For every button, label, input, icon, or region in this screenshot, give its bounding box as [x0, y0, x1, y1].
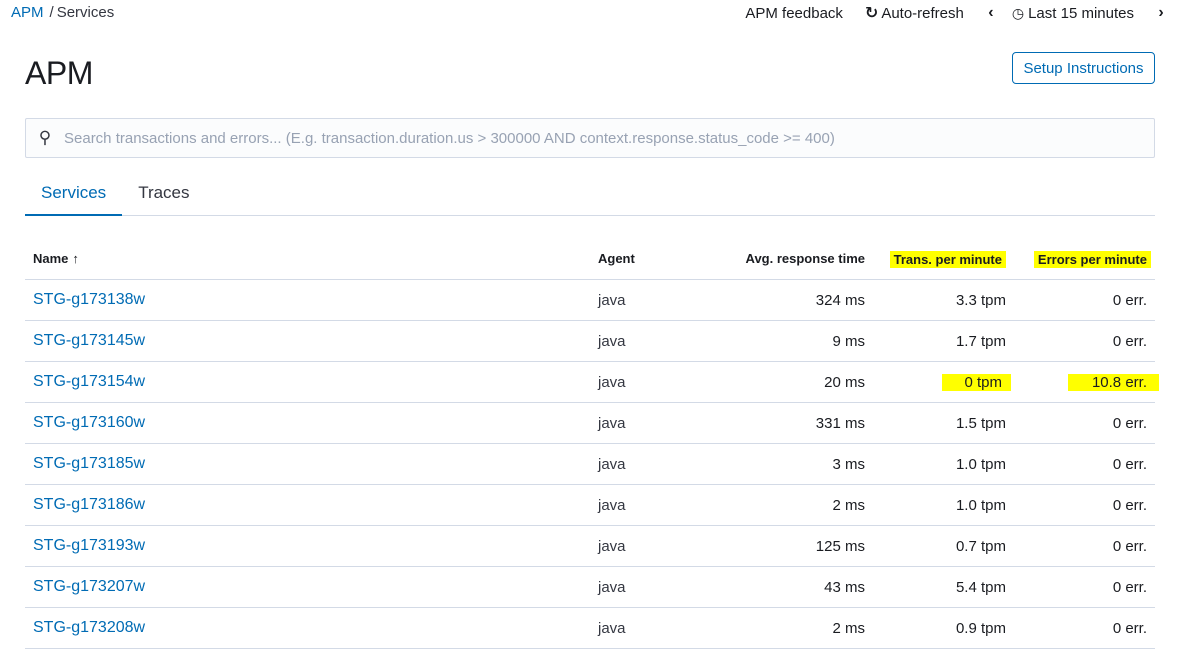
auto-refresh-button[interactable]: ↻ Auto-refresh: [865, 3, 964, 23]
service-name-link[interactable]: STG-g173193w: [33, 537, 145, 555]
service-name-link[interactable]: STG-g173186w: [33, 496, 145, 514]
tpm-cell: 1.7 tpm: [955, 333, 1006, 350]
table-row: STG-g173186w java 2 ms 1.0 tpm 0 err.: [25, 485, 1155, 526]
auto-refresh-label: Auto-refresh: [881, 4, 964, 22]
tpm-cell: 3.3 tpm: [955, 292, 1006, 309]
table-row: STG-g173207w java 43 ms 5.4 tpm 0 err.: [25, 567, 1155, 608]
setup-instructions-button[interactable]: Setup Instructions: [1012, 52, 1155, 84]
avg-response-cell: 43 ms: [824, 579, 865, 596]
breadcrumb: APM / Services: [11, 4, 114, 21]
table-row: STG-g173185w java 3 ms 1.0 tpm 0 err.: [25, 444, 1155, 485]
column-header-tpm[interactable]: Trans. per minute: [889, 251, 1006, 268]
agent-cell: java: [598, 292, 626, 309]
next-time-button[interactable]: ›: [1152, 4, 1170, 22]
tpm-cell: 5.4 tpm: [955, 579, 1006, 596]
epm-cell: 0 err.: [1112, 579, 1147, 596]
page-title: APM: [25, 55, 93, 91]
epm-cell: 0 err.: [1112, 538, 1147, 555]
tabs: Services Traces: [25, 174, 1155, 216]
avg-response-cell: 2 ms: [832, 620, 865, 637]
service-name-link[interactable]: STG-g173207w: [33, 578, 145, 596]
epm-cell: 0 err.: [1112, 415, 1147, 432]
breadcrumb-separator: /: [49, 4, 54, 21]
top-bar: APM / Services APM feedback ↻ Auto-refresh…: [0, 0, 1184, 26]
agent-cell: java: [598, 620, 626, 637]
breadcrumb-apm-link[interactable]: APM: [11, 4, 44, 21]
sort-up-icon: ↑: [72, 251, 79, 266]
epm-cell: 0 err.: [1112, 292, 1147, 309]
service-name-link[interactable]: STG-g173145w: [33, 332, 145, 350]
agent-cell: java: [598, 415, 626, 432]
service-name-link[interactable]: STG-g173208w: [33, 619, 145, 637]
search-input[interactable]: [64, 129, 1144, 147]
avg-response-cell: 9 ms: [832, 333, 865, 350]
top-actions: APM feedback ↻ Auto-refresh ‹ ◷ Last 15 …: [745, 3, 1170, 23]
agent-cell: java: [598, 497, 626, 514]
search-icon: ⚲: [38, 128, 52, 147]
avg-response-cell: 331 ms: [815, 415, 865, 432]
refresh-icon: ↻: [864, 5, 879, 22]
tpm-cell: 1.0 tpm: [955, 497, 1006, 514]
previous-time-button[interactable]: ‹: [982, 4, 1000, 22]
epm-cell: 0 err.: [1112, 333, 1147, 350]
column-header-avg-response[interactable]: Avg. response time: [746, 251, 865, 266]
column-header-agent[interactable]: Agent: [598, 251, 635, 266]
table-header: Name ↑ Agent Avg. response time Trans. pe…: [25, 236, 1155, 280]
services-table: Name ↑ Agent Avg. response time Trans. pe…: [25, 236, 1159, 649]
avg-response-cell: 20 ms: [824, 374, 865, 391]
table-row: STG-g173160w java 331 ms 1.5 tpm 0 err.: [25, 403, 1155, 444]
table-row: STG-g173208w java 2 ms 0.9 tpm 0 err.: [25, 608, 1155, 649]
tab-services[interactable]: Services: [25, 174, 123, 216]
epm-cell: 0 err.: [1112, 620, 1147, 637]
avg-response-cell: 324 ms: [815, 292, 865, 309]
service-name-link[interactable]: STG-g173160w: [33, 414, 145, 432]
avg-response-cell: 2 ms: [832, 497, 865, 514]
search-bar: ⚲: [25, 118, 1155, 158]
time-range-picker[interactable]: ◷ Last 15 minutes: [1012, 5, 1134, 22]
clock-icon: ◷: [1011, 4, 1025, 21]
column-name-label: Name: [33, 251, 69, 266]
column-header-epm[interactable]: Errors per minute: [1033, 251, 1151, 268]
table-row: STG-g173138w java 324 ms 3.3 tpm 0 err.: [25, 280, 1155, 321]
agent-cell: java: [598, 456, 626, 473]
epm-cell: 0 err.: [1112, 497, 1147, 514]
time-range-label: Last 15 minutes: [1028, 4, 1134, 22]
tab-traces[interactable]: Traces: [122, 174, 205, 215]
tpm-cell: 1.0 tpm: [955, 456, 1006, 473]
tpm-cell: 0.7 tpm: [955, 538, 1006, 555]
apm-feedback-link[interactable]: APM feedback: [745, 5, 843, 22]
agent-cell: java: [598, 333, 626, 350]
epm-cell: 10.8 err.: [1067, 374, 1159, 391]
tpm-cell: 0.9 tpm: [955, 620, 1006, 637]
avg-response-cell: 3 ms: [832, 456, 865, 473]
tpm-cell: 0 tpm: [942, 374, 1011, 391]
table-row: STG-g173154w java 20 ms 0 tpm 10.8 err.: [25, 362, 1159, 403]
table-row: STG-g173193w java 125 ms 0.7 tpm 0 err.: [25, 526, 1155, 567]
service-name-link[interactable]: STG-g173154w: [33, 373, 145, 391]
column-header-name[interactable]: Name ↑: [33, 251, 79, 266]
table-row: STG-g173145w java 9 ms 1.7 tpm 0 err.: [25, 321, 1155, 362]
agent-cell: java: [598, 374, 626, 391]
service-name-link[interactable]: STG-g173185w: [33, 455, 145, 473]
tpm-cell: 1.5 tpm: [955, 415, 1006, 432]
epm-cell: 0 err.: [1112, 456, 1147, 473]
agent-cell: java: [598, 579, 626, 596]
service-name-link[interactable]: STG-g173138w: [33, 291, 145, 309]
breadcrumb-current: Services: [56, 4, 115, 21]
avg-response-cell: 125 ms: [815, 538, 865, 555]
agent-cell: java: [598, 538, 626, 555]
